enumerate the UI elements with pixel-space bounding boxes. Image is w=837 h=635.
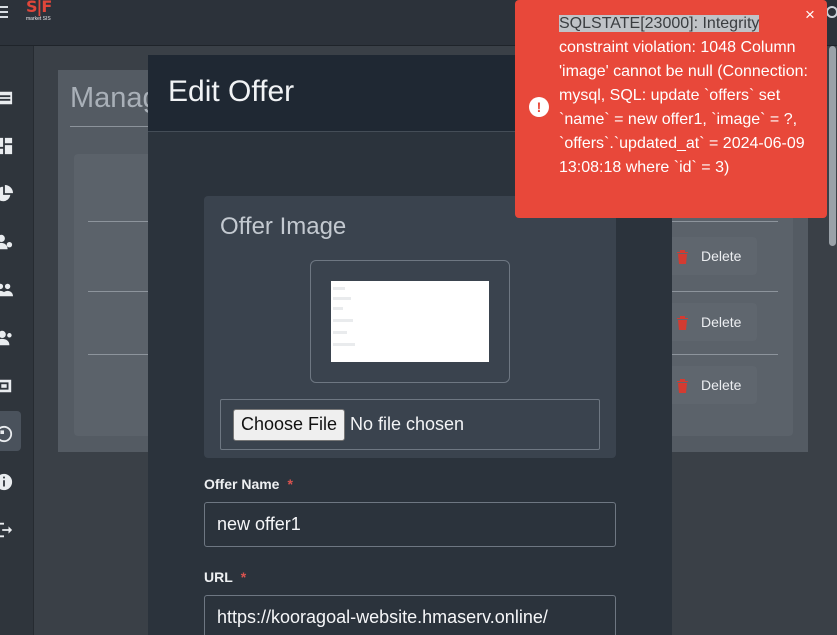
users-cog-icon[interactable] (0, 232, 14, 252)
offer-image-title: Offer Image (220, 213, 347, 240)
table-row-divider (88, 291, 152, 292)
table-row-divider (88, 221, 152, 222)
trash-icon (677, 315, 688, 330)
table-icon[interactable] (0, 88, 14, 108)
url-label: URL * (204, 569, 246, 585)
delete-button[interactable]: Delete (662, 303, 757, 341)
scrollbar-thumb[interactable] (829, 46, 836, 246)
choose-file-button[interactable]: Choose File (233, 408, 345, 441)
users-icon[interactable] (0, 280, 14, 300)
info-icon[interactable] (0, 472, 14, 492)
user-menu-icon[interactable] (826, 6, 837, 18)
offer-image-thumbnail (331, 281, 489, 362)
offers-icon[interactable] (0, 376, 14, 396)
page-title-underline (70, 126, 160, 127)
error-icon: ! (529, 97, 549, 117)
trash-icon (677, 249, 688, 264)
user-group-icon[interactable] (0, 328, 14, 348)
offer-name-label: Offer Name * (204, 476, 293, 492)
hamburger-menu-icon[interactable] (0, 6, 8, 18)
delete-button[interactable]: Delete (662, 237, 757, 275)
offer-name-label-text: Offer Name (204, 476, 280, 492)
page-title: Manag (70, 82, 159, 114)
required-asterisk: * (287, 476, 293, 492)
sidebar (0, 46, 34, 635)
required-asterisk: * (240, 569, 247, 585)
logo-text: S|F (26, 0, 52, 16)
globe-icon[interactable] (0, 424, 14, 444)
toast-message-highlight: SQLSTATE[23000]: Integrity (559, 15, 760, 32)
toast-message: SQLSTATE[23000]: Integrity constraint vi… (559, 12, 809, 180)
error-toast: ! × SQLSTATE[23000]: Integrity constrain… (515, 0, 827, 218)
url-label-text: URL (204, 569, 233, 585)
url-input[interactable]: https://kooragoal-website.hmaserv.online… (204, 595, 616, 635)
delete-button-label: Delete (701, 377, 742, 393)
file-status-text: No file chosen (350, 414, 465, 434)
offer-image-card: Offer Image Choose File No file chosen (204, 196, 616, 458)
table-row-divider (88, 354, 152, 355)
table-row-divider (672, 291, 778, 292)
delete-button[interactable]: Delete (662, 366, 757, 404)
modal-title: Edit Offer (168, 75, 295, 108)
table-row-divider (672, 354, 778, 355)
offer-name-input[interactable]: new offer1 (204, 502, 616, 547)
delete-button-label: Delete (701, 314, 742, 330)
table-row-divider (672, 221, 778, 222)
delete-button-label: Delete (701, 248, 742, 264)
toast-message-text: constraint violation: 1048 Column 'image… (559, 39, 808, 176)
image-preview-frame (310, 260, 510, 383)
page-scrollbar[interactable] (828, 46, 837, 635)
logo-subtext: market SIS (26, 16, 51, 22)
dashboard-icon[interactable] (0, 136, 14, 156)
logo[interactable]: S|F market SIS (24, 0, 60, 24)
file-input[interactable]: Choose File No file chosen (220, 399, 600, 450)
sign-out-icon[interactable] (0, 520, 14, 540)
pie-chart-icon[interactable] (0, 184, 14, 204)
trash-icon (677, 378, 688, 393)
